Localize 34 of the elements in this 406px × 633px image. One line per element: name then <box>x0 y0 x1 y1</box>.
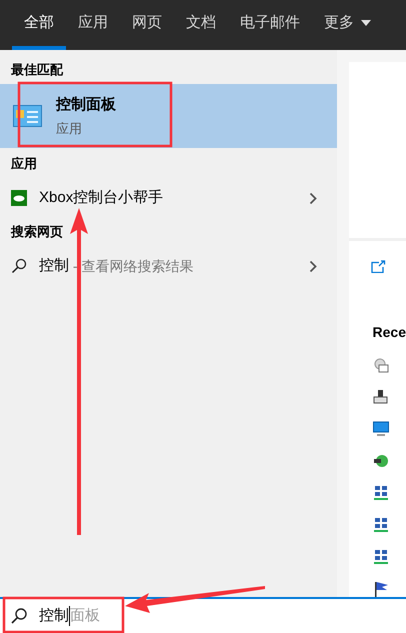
usb-drive-icon[interactable] <box>372 389 389 405</box>
web-result-item[interactable]: 控制 - 查看网络搜索结果 <box>0 244 337 288</box>
tab[interactable]: 电子邮件 <box>228 0 312 50</box>
flag-icon[interactable] <box>372 581 389 597</box>
control-panel-icon <box>13 105 42 127</box>
tab[interactable]: 更多 <box>312 0 384 50</box>
text-cursor <box>69 606 70 626</box>
section-heading: 应用 <box>10 155 38 174</box>
hint-text: - 查看网络搜索结果 <box>72 256 194 276</box>
result-title: 控制面板 <box>56 94 116 114</box>
open-link-icon[interactable] <box>370 260 386 272</box>
chevron-icon <box>308 260 317 272</box>
result-subtitle: 应用 <box>56 120 83 138</box>
section-heading: 最佳匹配 <box>10 61 64 80</box>
tab[interactable]: 文档 <box>174 0 228 50</box>
chevron-icon <box>308 192 317 204</box>
network-icon[interactable] <box>372 549 389 565</box>
best-match-item[interactable]: 控制面板 应用 <box>0 84 337 148</box>
monitor-icon[interactable] <box>372 421 389 437</box>
section-heading: 搜索网页 <box>10 223 64 242</box>
controller-icon <box>11 190 27 206</box>
search-text: 控制 <box>39 606 69 626</box>
plug-icon[interactable] <box>372 453 389 469</box>
network-icon[interactable] <box>372 485 389 501</box>
search-field[interactable]: 控制面板 <box>0 597 406 633</box>
tab[interactable]: 网页 <box>120 0 174 50</box>
section-heading: Rece <box>372 323 406 341</box>
suggestion-text: 面板 <box>70 606 100 626</box>
search-icon <box>11 258 27 274</box>
tab[interactable]: 应用 <box>66 0 120 50</box>
search-icon <box>10 607 28 625</box>
network-icon[interactable] <box>372 517 389 533</box>
app-result-item[interactable]: Xbox控制台小帮手 <box>0 176 337 220</box>
query-text: 控制 <box>39 256 69 276</box>
